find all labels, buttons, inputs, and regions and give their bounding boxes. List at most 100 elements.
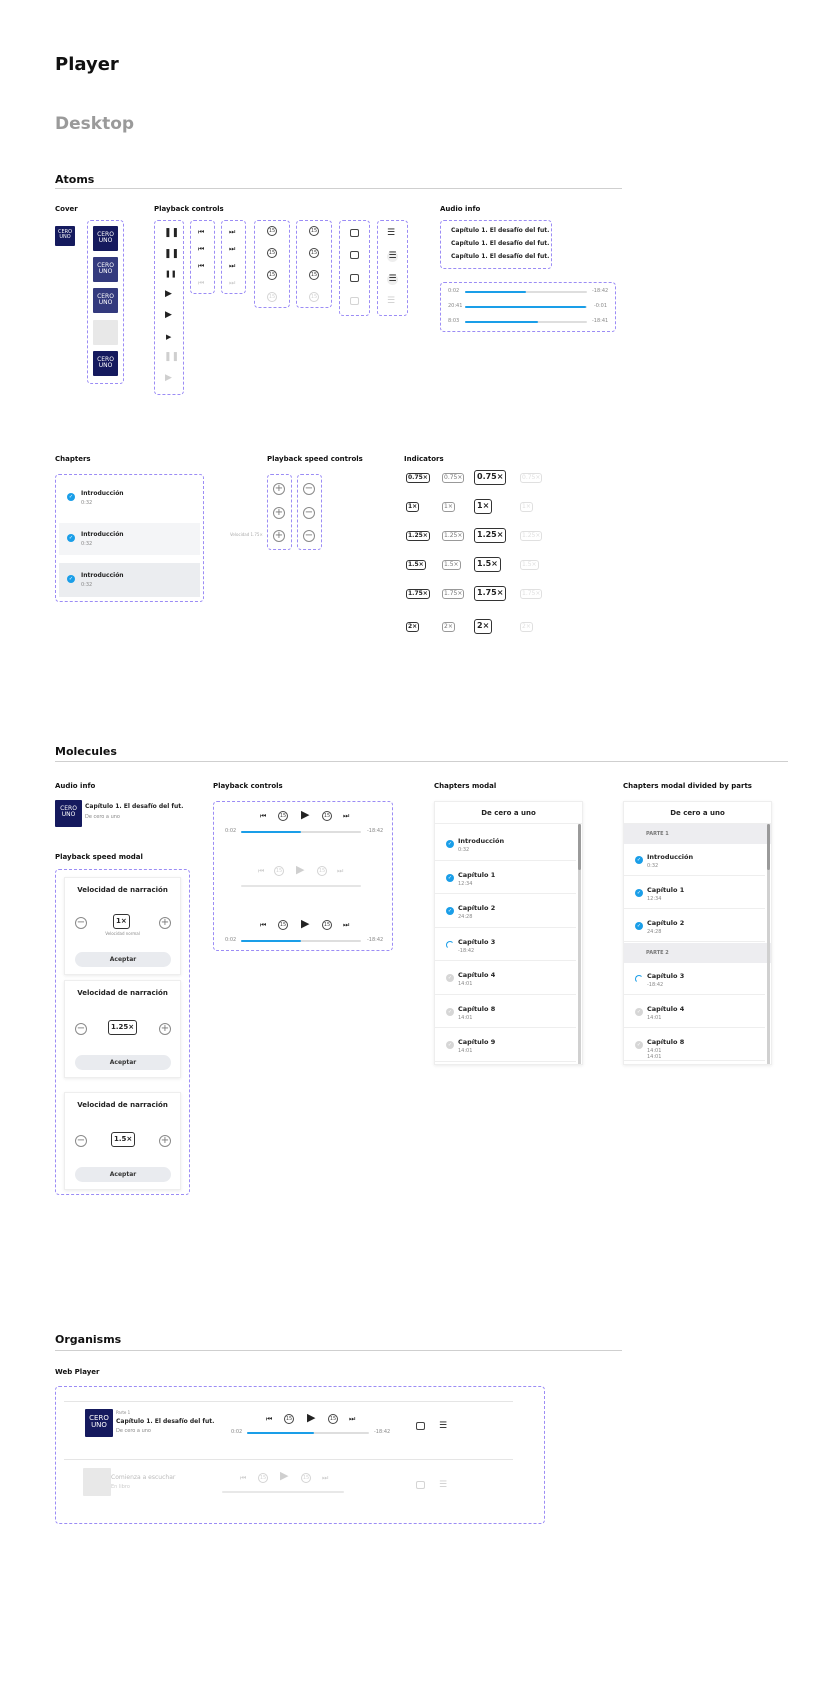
- audio-title: Capítulo 1. El desafío del fut.: [451, 253, 550, 260]
- list-icon[interactable]: ☰: [387, 229, 395, 238]
- speed-indicator: 2×: [520, 622, 533, 632]
- chapter-title[interactable]: Capítulo 4: [458, 971, 495, 979]
- list-icon[interactable]: ☰: [439, 1422, 447, 1431]
- speed-indicator: 2×: [406, 622, 420, 632]
- speed-indicator: 1.5×: [520, 560, 539, 570]
- rewind-15-icon[interactable]: 15: [267, 270, 277, 280]
- progress-bar[interactable]: [465, 321, 587, 323]
- previous-icon: ⏮: [240, 1474, 247, 1482]
- forward-15-icon[interactable]: 15: [322, 811, 332, 821]
- pause-icon[interactable]: ❚❚: [164, 250, 179, 259]
- plus-icon[interactable]: +: [159, 1135, 171, 1147]
- minus-icon[interactable]: −: [75, 1023, 87, 1035]
- speed-icon[interactable]: [416, 1422, 425, 1430]
- speed-icon: [350, 297, 359, 305]
- rewind-15-icon[interactable]: 15: [267, 248, 277, 258]
- accept-button[interactable]: Aceptar: [75, 1167, 171, 1182]
- check-icon: ✓: [446, 1041, 454, 1049]
- chapter-title[interactable]: Capítulo 2: [458, 904, 495, 912]
- list-icon[interactable]: ☰: [387, 274, 398, 285]
- plus-icon[interactable]: +: [159, 917, 171, 929]
- progress-bar[interactable]: [465, 291, 587, 293]
- plus-icon[interactable]: +: [159, 1023, 171, 1035]
- forward-15-icon[interactable]: 15: [328, 1414, 338, 1424]
- minus-icon[interactable]: −: [75, 917, 87, 929]
- forward-15-icon[interactable]: 15: [322, 920, 332, 930]
- next-icon[interactable]: ⏭: [229, 245, 235, 254]
- play-icon[interactable]: ▶: [301, 918, 309, 929]
- speed-icon[interactable]: [350, 251, 359, 259]
- chapter-title[interactable]: Capítulo 8: [647, 1038, 684, 1046]
- chapter-title[interactable]: Capítulo 4: [647, 1005, 684, 1013]
- play-icon[interactable]: ▶: [307, 1412, 315, 1423]
- speed-indicator: 1×: [442, 502, 455, 512]
- accept-button[interactable]: Aceptar: [75, 1055, 171, 1070]
- progress-bar[interactable]: [241, 940, 361, 942]
- check-icon: ✓: [446, 873, 454, 882]
- next-icon[interactable]: ⏭: [343, 921, 349, 930]
- next-icon[interactable]: ⏭: [349, 1415, 355, 1424]
- previous-icon[interactable]: ⏮: [260, 812, 266, 821]
- next-icon[interactable]: ⏭: [343, 812, 349, 821]
- audio-author: De cero a uno: [116, 1428, 151, 1434]
- play-icon[interactable]: ▶: [165, 311, 172, 320]
- speed-icon[interactable]: [350, 274, 359, 282]
- forward-15-icon[interactable]: 15: [309, 270, 319, 280]
- chapter-title[interactable]: Introducción: [647, 853, 693, 861]
- elapsed-time: 8:03: [448, 318, 460, 324]
- plus-icon[interactable]: +: [273, 530, 285, 542]
- chapter-title[interactable]: Capítulo 2: [647, 919, 684, 927]
- chapter-title[interactable]: Capítulo 1: [458, 871, 495, 879]
- play-icon: ▶: [296, 863, 305, 876]
- chapter-time: 0:32: [81, 582, 93, 588]
- speed-indicator: 2×: [442, 622, 455, 632]
- previous-icon[interactable]: ⏮: [198, 262, 204, 271]
- progress-bar[interactable]: [247, 1432, 369, 1434]
- progress-bar[interactable]: [241, 831, 361, 833]
- mol-playback-label: Playback controls: [213, 782, 283, 790]
- list-icon[interactable]: ☰: [387, 251, 398, 262]
- rewind-15-icon[interactable]: 15: [278, 811, 288, 821]
- chapter-title[interactable]: Introducción: [458, 837, 504, 845]
- speed-icon[interactable]: [350, 229, 359, 237]
- chapter-title[interactable]: Capítulo 9: [458, 1038, 495, 1046]
- plus-icon[interactable]: +: [273, 483, 285, 495]
- minus-icon[interactable]: −: [75, 1135, 87, 1147]
- parts-modal: De cero a uno PARTE 1 PARTE 2: [623, 801, 772, 1065]
- previous-icon[interactable]: ⏮: [198, 228, 204, 237]
- next-icon[interactable]: ⏭: [229, 262, 235, 271]
- play-icon[interactable]: ▶: [165, 290, 172, 299]
- minus-icon[interactable]: −: [303, 483, 315, 495]
- minus-icon[interactable]: −: [303, 530, 315, 542]
- chapter-time: 0:32: [458, 847, 470, 853]
- rewind-15-icon[interactable]: 15: [267, 226, 277, 236]
- chapter-title[interactable]: Capítulo 3: [647, 972, 684, 980]
- minus-icon[interactable]: −: [303, 507, 315, 519]
- forward-15-icon[interactable]: 15: [309, 248, 319, 258]
- previous-icon[interactable]: ⏮: [266, 1415, 272, 1424]
- elapsed-time: 0:02: [448, 288, 460, 294]
- chapters-label: Chapters: [55, 455, 91, 463]
- previous-icon[interactable]: ⏮: [260, 921, 266, 930]
- speed-indicator: 1.25×: [406, 531, 430, 541]
- rewind-15-icon[interactable]: 15: [278, 920, 288, 930]
- rewind-15-icon[interactable]: 15: [284, 1414, 294, 1424]
- progress-bar: [241, 885, 361, 887]
- accept-button[interactable]: Aceptar: [75, 952, 171, 967]
- next-icon[interactable]: ⏭: [229, 228, 235, 237]
- progress-bar[interactable]: [465, 306, 587, 308]
- chapter-title[interactable]: Capítulo 3: [458, 938, 495, 946]
- forward-15-icon[interactable]: 15: [309, 226, 319, 236]
- play-icon[interactable]: ▶: [166, 333, 171, 342]
- speed-indicator: 1.75×: [442, 589, 465, 599]
- plus-icon[interactable]: +: [273, 507, 285, 519]
- pause-icon[interactable]: ❚❚: [165, 270, 177, 279]
- list-icon: ☰: [387, 296, 396, 306]
- play-icon[interactable]: ▶: [301, 809, 309, 820]
- chapter-title[interactable]: Capítulo 8: [458, 1005, 495, 1013]
- pause-icon[interactable]: ❚❚: [164, 229, 179, 238]
- chapter-title[interactable]: Capítulo 1: [647, 886, 684, 894]
- cover-pressed: CERO UNO: [93, 288, 118, 313]
- elapsed-time: 0:02: [225, 937, 237, 943]
- previous-icon[interactable]: ⏮: [198, 245, 204, 254]
